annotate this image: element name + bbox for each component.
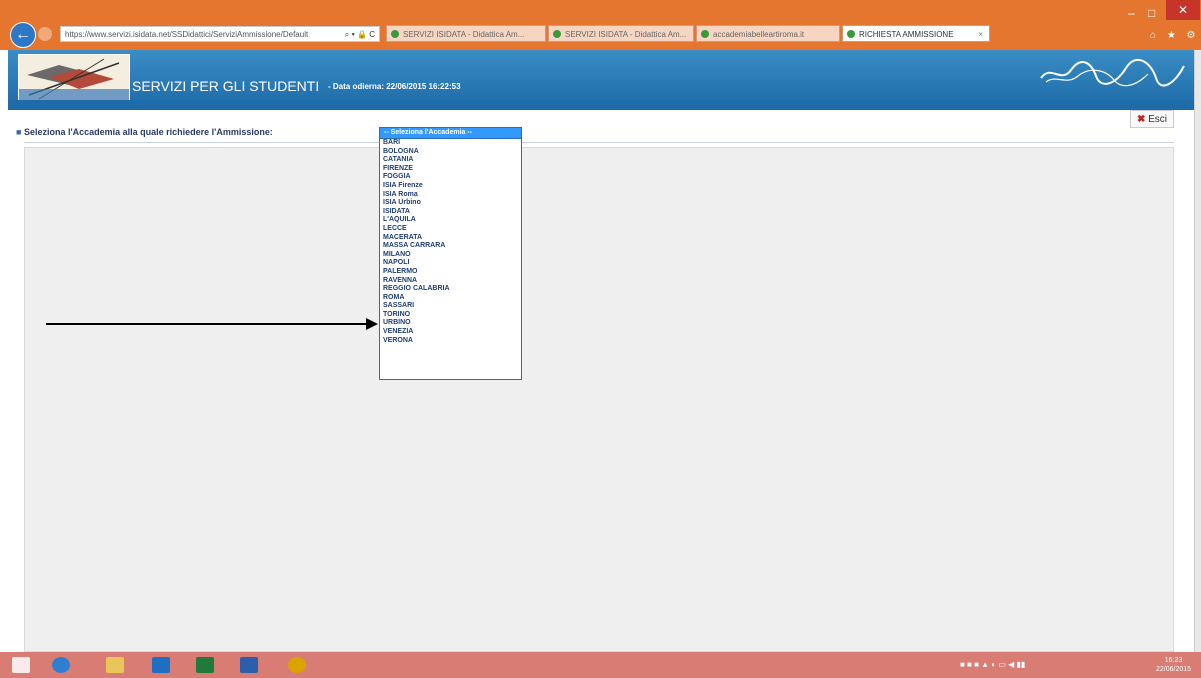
clock-date: 22/06/2015	[1156, 666, 1192, 673]
minimize-button[interactable]: –	[1128, 6, 1135, 20]
content-area	[24, 147, 1174, 652]
academy-option[interactable]: TORINO	[380, 311, 521, 320]
academy-option[interactable]: PALERMO	[380, 268, 521, 277]
close-tab-icon[interactable]: ×	[978, 26, 983, 41]
system-tray[interactable]: ■ ■ ■ ▲ ◐ ▭ ◀ ▮▮	[960, 660, 1025, 669]
academy-option[interactable]: SASSARI	[380, 302, 521, 311]
ie-icon[interactable]	[52, 657, 70, 673]
taskbar-clock[interactable]: 16:23 22/06/2015	[1156, 656, 1191, 674]
current-date: - Data odierna: 22/06/2015 16:22:53	[328, 82, 461, 91]
decorative-script	[1036, 56, 1186, 90]
academy-option[interactable]: BOLOGNA	[380, 148, 521, 157]
academy-option[interactable]: BARI	[380, 139, 521, 148]
annotation-arrow-head	[366, 318, 378, 330]
academy-option-roma[interactable]: ROMA	[380, 294, 521, 303]
tab-label: accademiabelleartiroma.it	[713, 30, 805, 39]
academy-option[interactable]: LECCE	[380, 225, 521, 234]
academy-option[interactable]: CATANIA	[380, 156, 521, 165]
academy-option[interactable]: ISIA Urbino	[380, 199, 521, 208]
close-window-button[interactable]: ✕	[1166, 0, 1200, 20]
academy-question: ■ Seleziona l'Accademia alla quale richi…	[16, 127, 273, 137]
windows-taskbar: ■ ■ ■ ▲ ◐ ▭ ◀ ▮▮ 16:23 22/06/2015	[0, 652, 1201, 678]
page-icon	[553, 30, 561, 38]
tab-label: SERVIZI ISIDATA - Didattica Am...	[565, 30, 687, 39]
address-controls[interactable]: ⌕ ▾ 🔒 C	[345, 27, 375, 41]
outlook-icon[interactable]	[152, 657, 170, 673]
browser-tab[interactable]: accademiabelleartiroma.it	[696, 25, 840, 42]
tab-label: RICHIESTA AMMISSIONE	[859, 30, 954, 39]
page-icon	[391, 30, 399, 38]
site-logo	[18, 54, 130, 104]
academy-option[interactable]: MACERATA	[380, 234, 521, 243]
selected-option[interactable]: -- Seleziona l'Accademia --	[380, 128, 521, 138]
page-icon	[847, 30, 855, 38]
academy-option[interactable]: MILANO	[380, 251, 521, 260]
academy-option[interactable]: RAVENNA	[380, 277, 521, 286]
divider	[24, 142, 1174, 143]
toolbar-icons[interactable]: ⌂ ★ ⚙	[1150, 30, 1200, 41]
header-band	[8, 100, 1194, 110]
maximize-button[interactable]: □	[1148, 6, 1155, 20]
tab-label: SERVIZI ISIDATA - Didattica Am...	[403, 30, 525, 39]
chrome-icon[interactable]	[288, 657, 306, 673]
annotation-arrow-line	[46, 323, 370, 325]
bullet-icon: ■	[16, 127, 22, 137]
forward-button[interactable]	[38, 27, 52, 41]
academy-option[interactable]: FOGGIA	[380, 173, 521, 182]
academy-dropdown-list[interactable]: BARI BOLOGNA CATANIA FIRENZE FOGGIA ISIA…	[379, 138, 522, 380]
back-button[interactable]: ←	[10, 22, 36, 48]
academy-option[interactable]: REGGIO CALABRIA	[380, 285, 521, 294]
excel-icon[interactable]	[196, 657, 214, 673]
browser-tab[interactable]: SERVIZI ISIDATA - Didattica Am...	[548, 25, 694, 42]
clock-time: 16:23	[1164, 657, 1183, 664]
academy-option[interactable]: VERONA	[380, 337, 521, 346]
browser-tab-active[interactable]: RICHIESTA AMMISSIONE ×	[842, 25, 990, 42]
exit-button[interactable]: ✖ Esci	[1130, 110, 1174, 128]
page-scrollbar[interactable]	[1194, 50, 1201, 652]
windows-start-icon[interactable]	[12, 657, 30, 673]
academy-option[interactable]: VENEZIA	[380, 328, 521, 337]
address-text: https://www.servizi.isidata.net/SSDidatt…	[65, 30, 309, 39]
academy-option[interactable]: FIRENZE	[380, 165, 521, 174]
academy-option[interactable]: URBINO	[380, 319, 521, 328]
explorer-icon[interactable]	[106, 657, 124, 673]
academy-option[interactable]: ISIA Roma	[380, 191, 521, 200]
question-label: Seleziona l'Accademia alla quale richied…	[23, 127, 273, 137]
page-icon	[701, 30, 709, 38]
academy-option[interactable]: ISIDATA	[380, 208, 521, 217]
exit-icon: ✖	[1136, 114, 1146, 125]
academy-option[interactable]: NAPOLI	[380, 259, 521, 268]
address-bar[interactable]: https://www.servizi.isidata.net/SSDidatt…	[60, 26, 380, 42]
site-title: SERVIZI PER GLI STUDENTI	[132, 78, 320, 94]
browser-tab[interactable]: SERVIZI ISIDATA - Didattica Am...	[386, 25, 546, 42]
academy-option[interactable]: L'AQUILA	[380, 216, 521, 225]
academy-option[interactable]: ISIA Firenze	[380, 182, 521, 191]
academy-option[interactable]: MASSA CARRARA	[380, 242, 521, 251]
exit-label: Esci	[1148, 114, 1168, 125]
word-icon[interactable]	[240, 657, 258, 673]
